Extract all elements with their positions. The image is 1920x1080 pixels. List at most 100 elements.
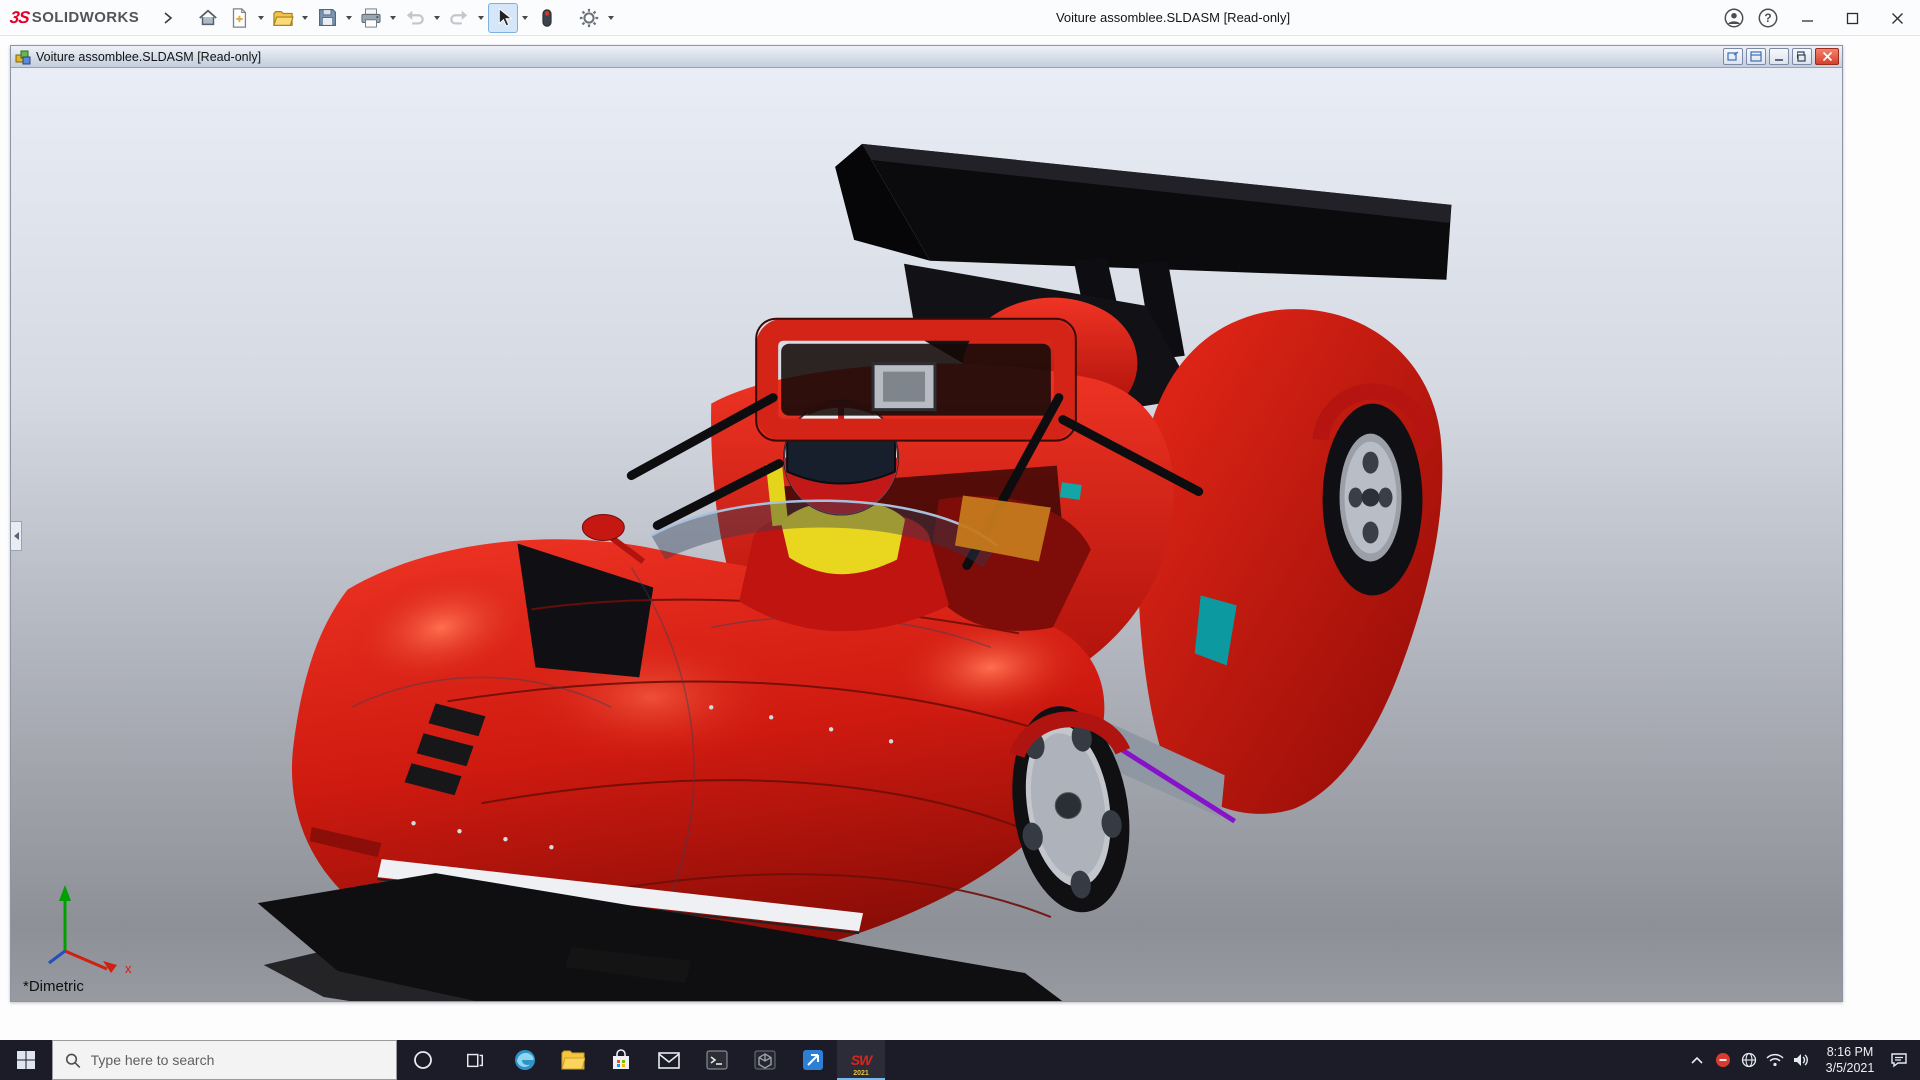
select-tool-dropdown[interactable]: [519, 3, 531, 33]
clock-time: 8:16 PM: [1816, 1044, 1884, 1060]
taskbar-spacer: [885, 1040, 1684, 1080]
doc-pane-button-2[interactable]: [1746, 48, 1766, 65]
taskbar-clock[interactable]: 8:16 PM 3/5/2021: [1814, 1044, 1886, 1077]
taskbar-app-file-explorer[interactable]: [549, 1040, 597, 1080]
save-button[interactable]: [312, 3, 342, 33]
taskbar-app-store[interactable]: [597, 1040, 645, 1080]
doc-minimize-button[interactable]: [1769, 48, 1789, 65]
document-titlebar[interactable]: Voiture assomblee.SLDASM [Read-only]: [11, 46, 1842, 68]
taskbar-app-solidworks[interactable]: SW 2021: [837, 1040, 885, 1080]
chevron-down-icon: [258, 16, 264, 20]
edge-icon: [513, 1048, 537, 1072]
tray-alert-button[interactable]: [1710, 1040, 1736, 1080]
redo-dropdown[interactable]: [475, 3, 487, 33]
tray-overflow-button[interactable]: [1684, 1040, 1710, 1080]
start-button[interactable]: [0, 1040, 52, 1080]
windows-logo-icon: [16, 1050, 36, 1070]
doc-restore-button[interactable]: [1792, 48, 1812, 65]
search-icon: [65, 1052, 81, 1069]
print-button[interactable]: [356, 3, 386, 33]
account-button[interactable]: [1717, 0, 1751, 36]
doc-close-button[interactable]: [1815, 48, 1839, 65]
task-view-button[interactable]: [449, 1040, 501, 1080]
screen: 3S SOLIDWORKS: [0, 0, 1920, 1080]
open-folder-icon: [272, 8, 294, 28]
taskbar-app-edge[interactable]: [501, 1040, 549, 1080]
clock-date: 3/5/2021: [1816, 1060, 1884, 1076]
taskbar-app-terminal[interactable]: [693, 1040, 741, 1080]
taskbar: SW 2021: [0, 1040, 1920, 1080]
tray-wifi-button[interactable]: [1762, 1040, 1788, 1080]
tray-network-button[interactable]: [1736, 1040, 1762, 1080]
new-window-icon: [1727, 51, 1739, 62]
app-minimize-button[interactable]: [1785, 0, 1830, 36]
chevron-down-icon: [522, 16, 528, 20]
brand-wordmark: SOLIDWORKS: [32, 9, 139, 26]
expand-menu-button[interactable]: [153, 3, 183, 33]
save-dropdown[interactable]: [343, 3, 355, 33]
mouse-icon: [540, 7, 554, 29]
close-icon: [1822, 51, 1833, 62]
cortana-icon: [412, 1049, 434, 1071]
cortana-button[interactable]: [397, 1040, 449, 1080]
undo-dropdown[interactable]: [431, 3, 443, 33]
new-document-dropdown[interactable]: [255, 3, 267, 33]
select-cursor-icon: [493, 7, 513, 29]
save-icon: [317, 7, 338, 28]
new-document-button[interactable]: [224, 3, 254, 33]
brand-mark: 3S: [9, 8, 31, 28]
help-button[interactable]: ?: [1751, 0, 1785, 36]
solidworks-year-badge: 2021: [853, 1070, 869, 1077]
view-orientation-label: *Dimetric: [23, 978, 84, 995]
home-button[interactable]: [193, 3, 223, 33]
minimize-icon: [1801, 12, 1814, 25]
chevron-down-icon: [434, 16, 440, 20]
taskbar-app-cad-viewer[interactable]: [741, 1040, 789, 1080]
y-axis-arrow: [59, 885, 71, 901]
search-input[interactable]: [91, 1052, 384, 1068]
feature-pane-collapse-tab[interactable]: [11, 521, 22, 551]
print-icon: [360, 8, 382, 28]
doc-pane-button-1[interactable]: [1723, 48, 1743, 65]
wifi-icon: [1766, 1053, 1784, 1067]
options-button[interactable]: [574, 3, 604, 33]
select-tool-button[interactable]: [488, 3, 518, 33]
open-button[interactable]: [268, 3, 298, 33]
options-dropdown[interactable]: [605, 3, 617, 33]
car-3d-model[interactable]: [11, 68, 1842, 1001]
tray-volume-button[interactable]: [1788, 1040, 1814, 1080]
maximize-icon: [1846, 12, 1859, 25]
mail-icon: [657, 1050, 681, 1070]
mouse-gestures-button[interactable]: [532, 3, 562, 33]
volume-icon: [1792, 1052, 1810, 1068]
app-close-button[interactable]: [1875, 0, 1920, 36]
red-alert-icon: [1715, 1052, 1731, 1068]
orientation-triad[interactable]: x: [19, 873, 149, 973]
open-dropdown[interactable]: [299, 3, 311, 33]
store-icon: [610, 1049, 632, 1071]
restore-icon: [1797, 51, 1808, 62]
new-document-icon: [229, 7, 249, 29]
action-center-button[interactable]: [1886, 1040, 1912, 1080]
taskbar-search[interactable]: [52, 1040, 397, 1080]
chevron-up-icon: [1690, 1055, 1704, 1065]
redo-button[interactable]: [444, 3, 474, 33]
chevron-down-icon: [608, 16, 614, 20]
undo-icon: [404, 8, 426, 28]
app-maximize-button[interactable]: [1830, 0, 1875, 36]
taskbar-app-blue[interactable]: [789, 1040, 837, 1080]
gear-icon: [578, 7, 600, 29]
app-titlebar: 3S SOLIDWORKS: [0, 0, 1920, 36]
document-window-controls: [1723, 48, 1839, 65]
print-dropdown[interactable]: [387, 3, 399, 33]
chevron-down-icon: [302, 16, 308, 20]
solidworks-logo: 3S SOLIDWORKS: [10, 8, 139, 28]
undo-button[interactable]: [400, 3, 430, 33]
terminal-icon: [705, 1049, 729, 1071]
viewport-3d[interactable]: x *Dimetric: [11, 68, 1842, 1001]
document-title: Voiture assomblee.SLDASM [Read-only]: [36, 50, 261, 64]
taskbar-app-mail[interactable]: [645, 1040, 693, 1080]
help-icon: ?: [1757, 7, 1779, 29]
chevron-left-icon: [14, 532, 19, 540]
roll-hoop: [756, 319, 1076, 441]
